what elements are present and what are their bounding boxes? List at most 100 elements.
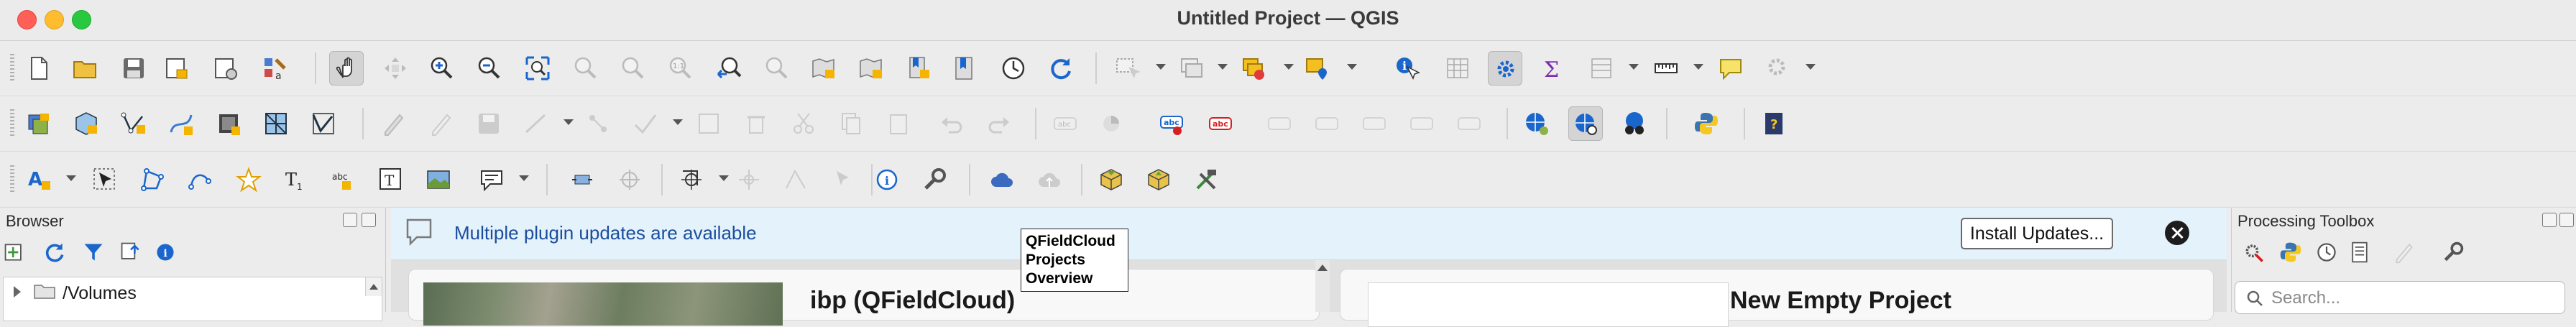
snapping-icon[interactable] <box>674 162 709 197</box>
scroll-up-arrow[interactable] <box>1315 260 1330 312</box>
show-hide-labels-icon[interactable] <box>1310 106 1344 141</box>
select-features-icon[interactable] <box>1110 51 1144 86</box>
add-virtual-layer-icon[interactable] <box>306 106 341 141</box>
project-template-card[interactable]: New Empty Project <box>1340 269 2214 327</box>
chevron-down-icon[interactable] <box>1693 64 1703 70</box>
select-location-icon[interactable] <box>1300 51 1334 86</box>
rotate-label-icon[interactable] <box>1404 106 1439 141</box>
new-3d-view-icon[interactable] <box>854 51 888 86</box>
move-label-icon[interactable] <box>1357 106 1392 141</box>
open-project-icon[interactable] <box>68 51 102 86</box>
actions-icon[interactable] <box>1761 51 1795 86</box>
add-image-icon[interactable] <box>421 162 456 197</box>
chevron-down-icon[interactable] <box>564 119 574 125</box>
add-line-annotation-icon[interactable] <box>183 162 217 197</box>
pin-labels-icon[interactable] <box>1262 106 1297 141</box>
close-panel-icon[interactable] <box>362 213 376 227</box>
add-text-box-icon[interactable]: T <box>374 162 408 197</box>
chevron-down-icon[interactable] <box>1284 64 1294 70</box>
text-annotation-icon[interactable]: A <box>22 162 56 197</box>
refresh-icon[interactable] <box>1044 51 1078 86</box>
float-panel-icon[interactable] <box>343 213 357 227</box>
pan-map-icon[interactable] <box>329 51 364 86</box>
toolbar-grip[interactable] <box>10 165 14 194</box>
scroll-up-arrow[interactable] <box>365 277 382 296</box>
about-icon[interactable]: i <box>870 162 904 197</box>
digitize-trace-icon[interactable] <box>827 162 861 197</box>
new-project-icon[interactable] <box>22 51 56 86</box>
map-tips-icon[interactable] <box>1714 51 1748 86</box>
redo-icon[interactable] <box>982 106 1016 141</box>
layout-manager-icon[interactable] <box>208 51 243 86</box>
add-text-annotation-icon[interactable]: T1 <box>279 162 313 197</box>
current-edits-icon[interactable] <box>377 106 411 141</box>
add-line-feature-icon[interactable] <box>519 106 553 141</box>
digitize-vertex-icon[interactable] <box>116 106 151 141</box>
save-edits-icon[interactable] <box>472 106 506 141</box>
measure-icon[interactable] <box>1649 51 1683 86</box>
toolbar-grip[interactable] <box>10 109 14 138</box>
processing-search-input[interactable]: Search... <box>2235 281 2565 314</box>
web-explorer-icon[interactable] <box>1617 106 1652 141</box>
open-attribute-table-icon[interactable] <box>1440 51 1475 86</box>
tree-item[interactable]: /Volumes <box>4 277 363 306</box>
pin-labels-tool-icon[interactable] <box>565 162 599 197</box>
label-toolbar-icon[interactable]: abc <box>1203 106 1238 141</box>
zoom-native-icon[interactable]: 1:1 <box>663 51 697 86</box>
chevron-down-icon[interactable] <box>519 175 529 181</box>
pan-to-selection-icon[interactable] <box>378 51 413 86</box>
select-annotation-icon[interactable] <box>88 162 122 197</box>
enable-properties-icon[interactable]: i <box>152 239 180 267</box>
history-icon[interactable] <box>2314 239 2341 267</box>
undo-icon[interactable] <box>934 106 969 141</box>
add-star-annotation-icon[interactable] <box>231 162 266 197</box>
install-updates-button[interactable]: Install Updates... <box>1961 218 2113 249</box>
zoom-last-icon[interactable] <box>712 51 746 86</box>
data-source-manager-icon[interactable] <box>22 106 56 141</box>
show-labels-tool-icon[interactable] <box>612 162 647 197</box>
chevron-right-icon[interactable] <box>14 286 21 298</box>
diagram-icon[interactable] <box>1095 106 1130 141</box>
float-panel-icon[interactable] <box>2542 213 2557 227</box>
add-polygon-annotation-icon[interactable] <box>135 162 170 197</box>
callout-icon[interactable] <box>474 162 509 197</box>
deselect-icon[interactable] <box>1174 51 1209 86</box>
chevron-down-icon[interactable] <box>66 175 76 181</box>
add-raster-icon[interactable] <box>211 106 246 141</box>
close-message-icon[interactable] <box>2165 221 2189 245</box>
chevron-down-icon[interactable] <box>1156 64 1166 70</box>
vertex-tool-icon[interactable] <box>581 106 615 141</box>
models-icon[interactable] <box>2242 239 2269 267</box>
help-icon[interactable]: ? <box>1757 106 1791 141</box>
show-bookmarks-icon[interactable] <box>947 51 982 86</box>
zoom-in-icon[interactable] <box>424 51 459 86</box>
toolbar-grip[interactable] <box>10 54 14 83</box>
zoom-next-icon[interactable] <box>759 51 794 86</box>
collapse-all-icon[interactable] <box>118 239 145 267</box>
edit-features-in-place-icon[interactable] <box>2391 239 2419 267</box>
toggle-settings-icon[interactable] <box>1488 51 1522 86</box>
paste-features-icon[interactable] <box>881 106 916 141</box>
chevron-down-icon[interactable] <box>1347 64 1357 70</box>
refresh-browser-icon[interactable] <box>42 239 69 267</box>
statistical-summary-icon[interactable]: Σ <box>1535 51 1570 86</box>
style-manager-icon[interactable]: a <box>257 51 292 86</box>
python-console-icon[interactable] <box>1689 106 1724 141</box>
modify-attributes-icon[interactable] <box>628 106 663 141</box>
zoom-to-layer-icon[interactable] <box>615 51 650 86</box>
close-panel-icon[interactable] <box>2559 213 2574 227</box>
web-map-icon[interactable] <box>1519 106 1554 141</box>
new-print-layout-icon[interactable] <box>160 51 194 86</box>
field-calculator-icon[interactable] <box>1584 51 1619 86</box>
recent-project-card[interactable]: ibp (QFieldCloud) <box>408 269 1320 326</box>
add-selected-layers-icon[interactable] <box>1 239 29 267</box>
filter-browser-icon[interactable] <box>80 239 108 267</box>
multi-edit-icon[interactable] <box>691 106 726 141</box>
new-map-view-icon[interactable] <box>806 51 841 86</box>
add-geopackage-icon[interactable] <box>69 106 104 141</box>
web-map-search-icon[interactable] <box>1568 106 1603 141</box>
build-tools-icon[interactable] <box>1189 162 1223 197</box>
temporal-controller-icon[interactable] <box>996 51 1031 86</box>
chevron-down-icon[interactable] <box>673 119 683 125</box>
zoom-to-selection-icon[interactable] <box>568 51 602 86</box>
